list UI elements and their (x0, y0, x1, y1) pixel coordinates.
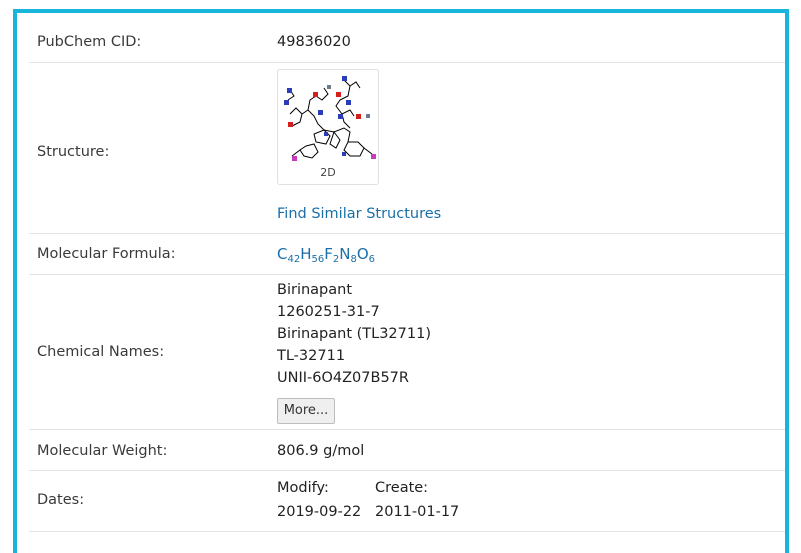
formula-element: F (324, 245, 333, 263)
cid-label: PubChem CID: (37, 34, 142, 50)
formula-count: 6 (368, 254, 376, 265)
cid-value: 49836020 (277, 34, 351, 50)
thumbnail-caption: 2D (320, 166, 336, 179)
formula-count: 56 (311, 254, 325, 265)
chemical-name-item: TL-32711 (277, 348, 346, 364)
molecular-weight-row: Molecular Weight: 806.9 g/mol (29, 430, 785, 471)
find-similar-structures-link[interactable]: Find Similar Structures (277, 206, 441, 222)
modify-date: 2019-09-22 (277, 504, 362, 520)
cid-row: PubChem CID: 49836020 (29, 20, 785, 63)
dates-row: Dates: Modify: 2019-09-22 Create: 2011-0… (29, 471, 785, 532)
chemical-name-item: UNII-6O4Z07B57R (277, 370, 409, 386)
formula-element: O (356, 245, 369, 263)
more-names-button[interactable]: More... (277, 398, 335, 424)
chemical-names-label: Chemical Names: (37, 344, 165, 360)
formula-count: 42 (287, 254, 301, 265)
molecule-structure-image (284, 76, 376, 161)
create-date: 2011-01-17 (375, 504, 460, 520)
formula-row: Molecular Formula: C42H56F2N8O6 (29, 234, 785, 275)
molecular-weight-value: 806.9 g/mol (277, 443, 365, 459)
formula-element: N (339, 245, 351, 263)
compound-summary-panel: PubChem CID: 49836020 Structure: 2D Find… (13, 9, 789, 553)
formula-label: Molecular Formula: (37, 246, 176, 262)
create-label: Create: (375, 480, 429, 496)
structure-row: Structure: 2D Find Similar Structures (29, 63, 785, 234)
chemical-names-row: Chemical Names: Birinapant 1260251-31-7 … (29, 275, 785, 430)
structure-2d-thumbnail[interactable]: 2D (277, 69, 379, 185)
dates-label: Dates: (37, 492, 85, 508)
chemical-name-item: Birinapant (277, 282, 353, 298)
structure-label: Structure: (37, 144, 110, 160)
molecular-weight-label: Molecular Weight: (37, 443, 168, 459)
chemical-name-item: Birinapant (TL32711) (277, 326, 431, 342)
chemical-name-item: 1260251-31-7 (277, 304, 380, 320)
molecular-formula-link[interactable]: C42H56F2N8O6 (277, 245, 375, 265)
modify-label: Modify: (277, 480, 329, 496)
formula-element: H (300, 245, 312, 263)
formula-element: C (277, 245, 288, 263)
